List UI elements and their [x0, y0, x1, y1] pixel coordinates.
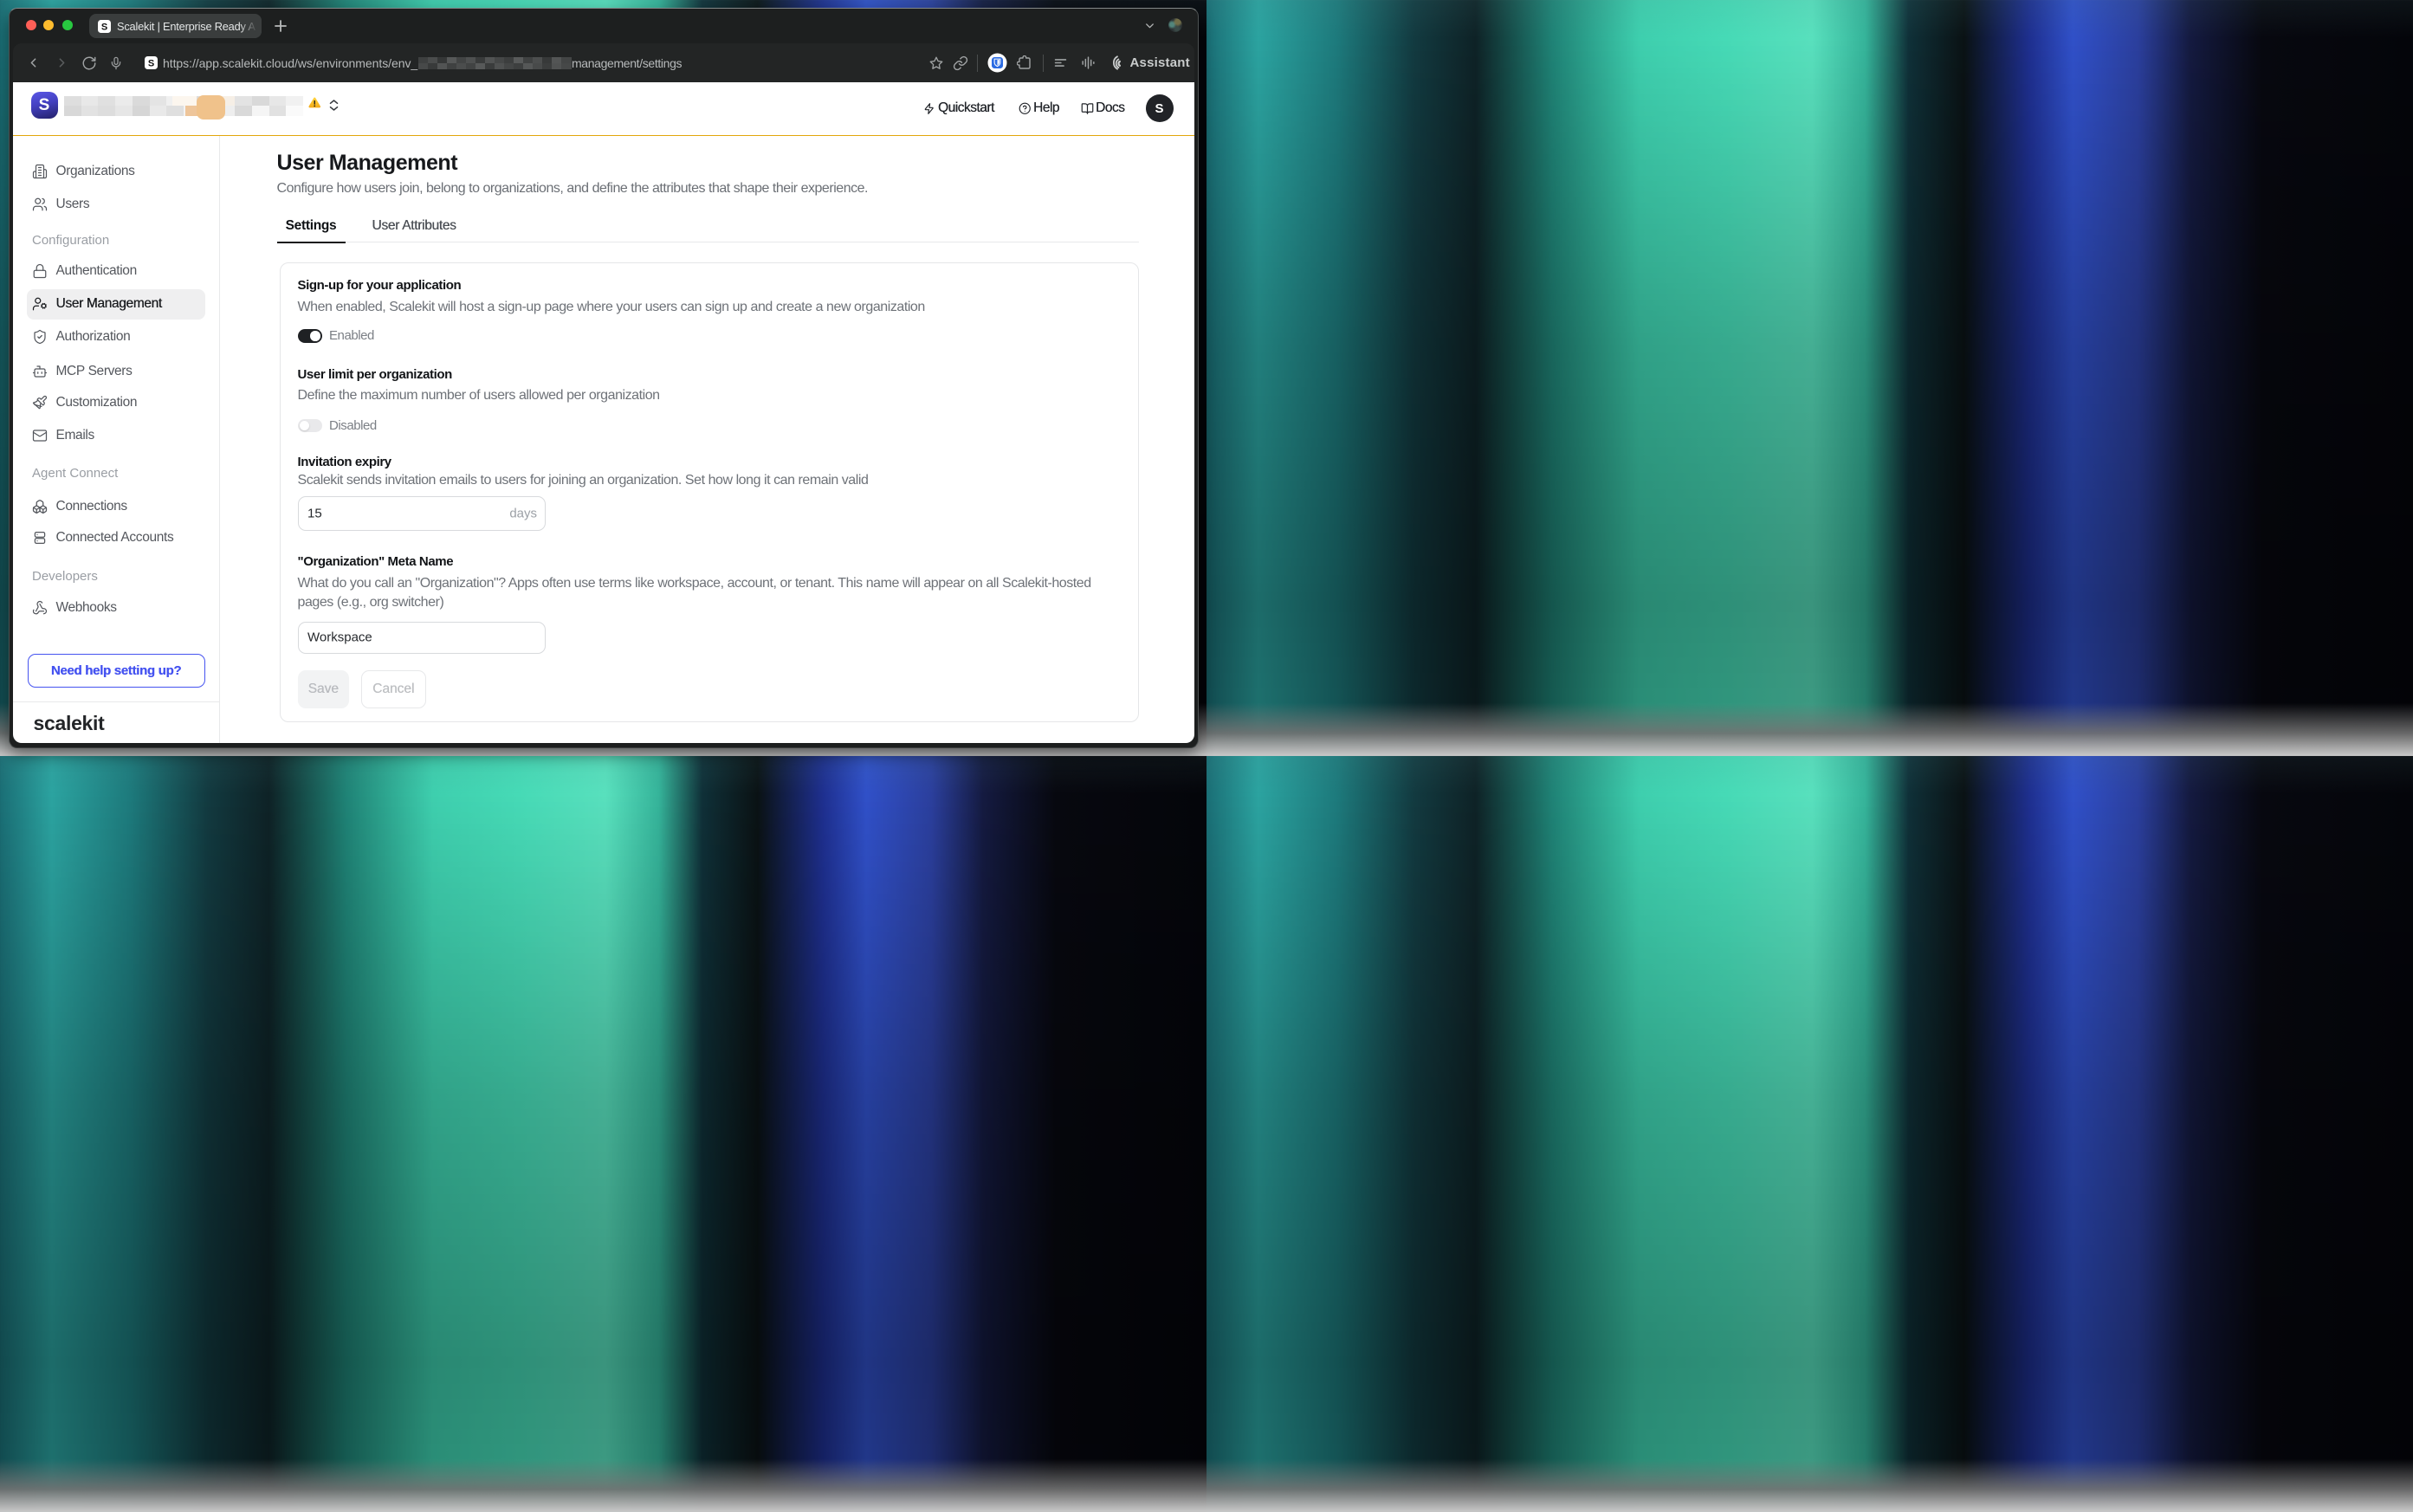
- svg-text:S: S: [147, 58, 153, 68]
- svg-text:S: S: [101, 22, 107, 32]
